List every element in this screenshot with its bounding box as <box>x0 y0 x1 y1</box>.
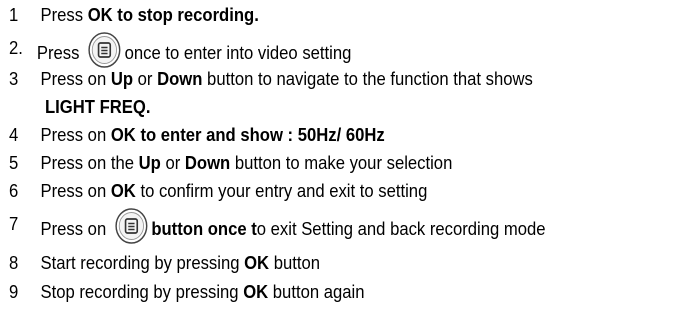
step-number: 4 <box>9 124 19 145</box>
step-text-part: button to make your selection <box>230 152 453 173</box>
step-text-part: once to enter into video setting <box>124 41 352 63</box>
step-text-bold: button once t <box>151 217 257 239</box>
step-text-part: Press on <box>40 180 111 201</box>
step-text-part: Press <box>36 41 85 63</box>
step-number: 2. <box>9 37 23 58</box>
step-text-bold: Up <box>110 68 134 89</box>
step-number: 9 <box>9 281 19 302</box>
step-text: Press on OK to confirm your entry and ex… <box>41 178 428 204</box>
step-text-part: button again <box>268 281 365 302</box>
step-text-part: Press <box>40 4 88 25</box>
step-text-part: Press on <box>40 68 111 89</box>
step-text-part: o exit Setting and back recording mode <box>256 217 546 239</box>
step-text: Start recording by pressing OK button <box>41 250 320 276</box>
step-text-bold: OK to enter and show : 50Hz/ 60Hz <box>110 124 385 145</box>
step-number: 3 <box>9 68 19 89</box>
step-text: Press on the Up or Down button to make y… <box>41 150 453 176</box>
step-number: 5 <box>9 152 19 173</box>
step-text-part: to confirm your entry and exit to settin… <box>135 180 428 201</box>
step-text-bold: OK <box>243 281 269 302</box>
menu-button-icon <box>114 207 148 245</box>
step-text: Press on Up or Down button to navigate t… <box>41 66 533 92</box>
step-text: Stop recording by pressing OK button aga… <box>41 279 365 305</box>
step-text-bold: OK <box>244 252 270 273</box>
step-number: 6 <box>9 180 19 201</box>
step-text-part: or <box>160 152 185 173</box>
step-text-part: Press on <box>40 217 111 239</box>
step-text-part: button <box>269 252 320 273</box>
step-text: Press OK to stop recording. <box>41 2 259 28</box>
step-text-part: button to navigate to the function that … <box>202 68 533 89</box>
step-text-bold: Down <box>184 152 231 173</box>
step-continuation: LIGHT FREQ. <box>45 96 151 117</box>
step-text-bold: OK <box>110 180 136 201</box>
step-text-part: Press on the <box>40 152 139 173</box>
step-number: 1 <box>9 4 19 25</box>
step-number: 7 <box>9 213 19 234</box>
step-text-bold: Up <box>138 152 161 173</box>
step-text-part: Press on <box>40 124 111 145</box>
step-text-bold: OK to stop recording. <box>87 4 259 25</box>
step-number: 8 <box>9 252 19 273</box>
step-text-bold: Down <box>157 68 203 89</box>
step-text-part: Start recording by pressing <box>40 252 245 273</box>
step-text: Press on button once to exit Setting and… <box>40 208 546 249</box>
step-text-part: or <box>133 68 158 89</box>
instruction-list: 1 Press OK to stop recording. 2. Press once… <box>0 0 693 336</box>
menu-button-icon <box>88 31 122 69</box>
step-text: Press on OK to enter and show : 50Hz/ 60… <box>41 122 385 148</box>
step-text-part: Stop recording by pressing <box>40 281 244 302</box>
